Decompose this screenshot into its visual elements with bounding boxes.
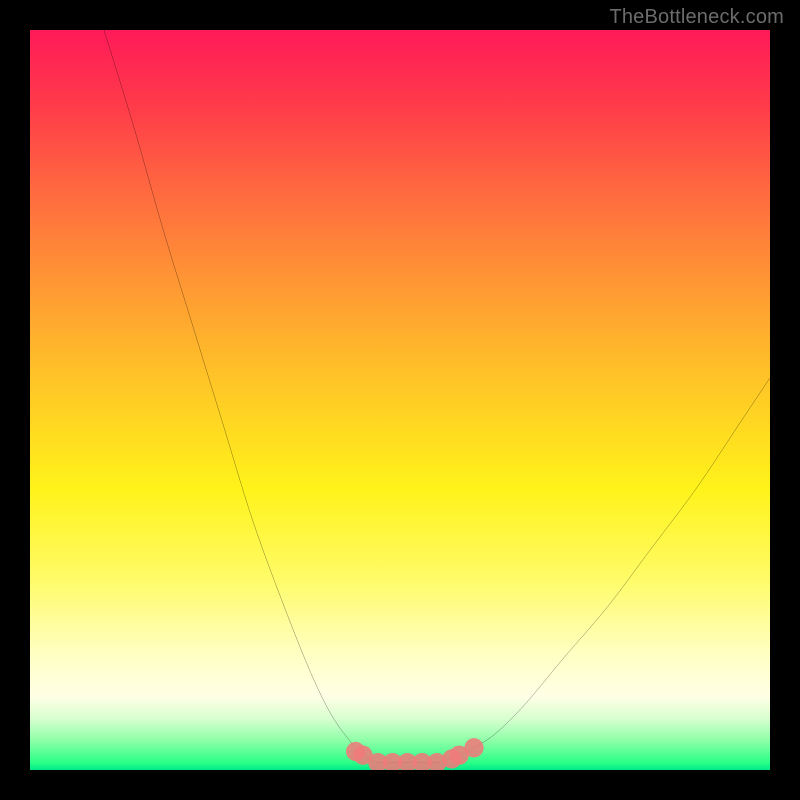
curve-overlay bbox=[30, 30, 770, 770]
chart-frame: TheBottleneck.com bbox=[0, 0, 800, 800]
curve-left bbox=[104, 30, 437, 763]
curve-right bbox=[378, 378, 770, 763]
trough-marker bbox=[464, 738, 483, 757]
plot-area bbox=[30, 30, 770, 770]
attribution-label: TheBottleneck.com bbox=[609, 6, 784, 29]
